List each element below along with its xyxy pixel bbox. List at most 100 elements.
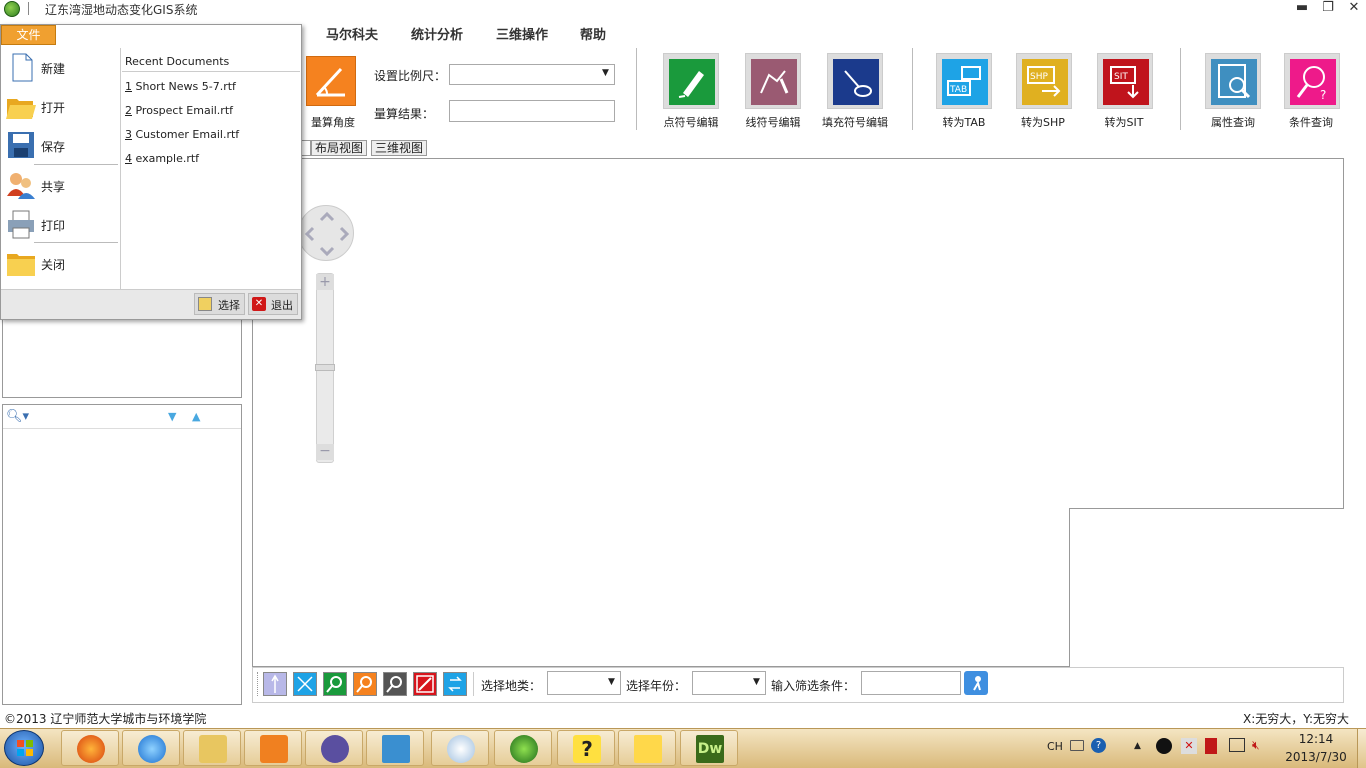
recent-document-item[interactable]: 1 Short News 5-7.rtf [125,80,236,93]
start-button[interactable] [4,730,44,766]
convert-shp-label: 转为SHP [1021,116,1065,129]
help-tray-icon[interactable]: ? [1091,738,1106,753]
printer-icon [6,209,36,239]
globe-icon [510,735,538,763]
volume-muted-icon[interactable]: 🔇︎ [1252,738,1268,754]
taskbar-globe[interactable] [494,730,552,766]
menu-item-save[interactable]: 保存 [1,126,119,164]
full-extent-button[interactable] [293,672,317,696]
options-button[interactable]: 选择 [194,293,245,315]
full-extent-icon [297,676,313,692]
tab-help[interactable]: 帮助 [580,24,606,43]
convert-shp-button[interactable]: SHP [1016,53,1072,109]
zoom-out-tool-icon [356,676,372,693]
taskbar-photo[interactable] [366,730,424,766]
minimize-button[interactable]: ▬ [1290,0,1314,16]
taskbar-infinity[interactable] [305,730,363,766]
menu-item-print[interactable]: 打印 [1,205,119,243]
point-symbol-edit-label: 点符号编辑 [663,116,719,129]
title-bar [0,0,1366,18]
attribute-search-icon [1211,59,1257,105]
save-disk-icon [6,130,36,160]
refresh-button[interactable] [443,672,467,696]
firefox-icon [77,735,105,763]
file-menu-tab[interactable]: 文件 [1,25,56,45]
network-warning-icon[interactable]: ✕ [1181,738,1197,754]
menu-item-new[interactable]: 新建 [1,48,119,86]
tab-3d-view[interactable]: 三维视图 [371,140,428,156]
toolbar-divider [473,672,474,696]
show-hidden-icons-icon[interactable]: ▲ [1134,741,1141,751]
year-select[interactable]: ▼ [692,671,766,695]
recent-document-item[interactable]: 2 Prospect Email.rtf [125,104,233,117]
restore-button[interactable]: ❐ [1316,0,1340,16]
north-arrow-button[interactable] [263,672,287,696]
menu-item-share[interactable]: 共享 [1,166,119,204]
exit-button[interactable]: ✕ 退出 [248,293,298,315]
security-icon[interactable] [1205,738,1217,754]
recent-documents-header: Recent Documents [125,55,230,68]
app-logo-icon [4,1,20,17]
taskbar-sticky-notes[interactable] [618,730,676,766]
point-symbol-edit-button[interactable] [663,53,719,109]
close-button[interactable]: ✕ [1342,0,1366,16]
overview-map[interactable] [1069,508,1344,667]
line-symbol-edit-button[interactable] [745,53,801,109]
attribute-query-button[interactable] [1205,53,1261,109]
scale-select[interactable]: ▼ [449,64,615,85]
convert-tab-label: 转为TAB [942,116,986,129]
menu-separator [34,242,118,243]
zoom-tool-button[interactable] [383,672,407,696]
action-center-icon[interactable] [1229,738,1245,752]
zoom-in-icon[interactable]: + [316,274,334,290]
tab-statistics[interactable]: 统计分析 [411,24,463,43]
zoom-in-button[interactable] [323,672,347,696]
input-language[interactable]: CH [1047,740,1063,753]
taskbar-paint[interactable] [431,730,489,766]
fill-symbol-edit-button[interactable] [827,53,883,109]
recent-document-item[interactable]: 4 example.rtf [125,152,199,165]
convert-sit-button[interactable]: SIT [1097,53,1153,109]
taskbar-firefox[interactable] [61,730,119,766]
clock-time[interactable]: 12:14 [1292,732,1340,746]
taskbar-dreamweaver[interactable]: Dw [680,730,738,766]
measure-distance-button[interactable] [413,672,437,696]
zoom-out-button[interactable] [353,672,377,696]
coordinate-status: X:无穷大，Y:无穷大 [1243,712,1350,726]
search-icon[interactable]: 🔍︎▾ [6,409,29,424]
fill-symbol-edit-label: 填充符号编辑 [822,116,888,129]
refresh-icon [448,676,462,692]
convert-tab-button[interactable]: TAB [936,53,992,109]
menu-item-open[interactable]: 打开 [1,87,119,125]
chevron-down-icon: ▼ [608,677,615,687]
tab-markov[interactable]: 马尔科夫 [326,24,378,43]
options-icon [198,297,212,311]
land-type-select[interactable]: ▼ [547,671,621,695]
condition-query-button[interactable]: ? [1284,53,1340,109]
move-up-icon[interactable]: ▲ [192,410,200,423]
measure-angle-button[interactable] [306,56,356,106]
execute-filter-button[interactable] [964,671,988,695]
show-desktop-button[interactable] [1357,729,1366,768]
taskbar-ie[interactable] [122,730,180,766]
taskbar-help[interactable]: ? [557,730,615,766]
zoom-out-icon[interactable]: − [316,444,334,460]
taskbar-media[interactable] [244,730,302,766]
filter-input[interactable] [861,671,961,695]
zoom-slider-thumb[interactable] [315,364,335,371]
menu-item-close[interactable]: 关闭 [1,244,119,282]
recent-document-item[interactable]: 3 Customer Email.rtf [125,128,239,141]
taskbar-explorer[interactable] [183,730,241,766]
move-down-icon[interactable]: ▼ [168,410,176,423]
pan-control[interactable] [298,205,354,261]
keyboard-icon[interactable] [1070,740,1084,751]
tab-layout-view[interactable]: 布局视图 [311,140,368,156]
media-icon [260,735,288,763]
qq-icon[interactable] [1156,738,1172,754]
clock-date[interactable]: 2013/7/30 [1282,750,1350,764]
tab-3d-operations[interactable]: 三维操作 [496,24,548,43]
share-users-icon [6,170,36,200]
line-symbol-edit-label: 线符号编辑 [745,116,801,129]
result-field[interactable] [449,100,615,122]
filter-label: 输入筛选条件： [771,679,856,693]
